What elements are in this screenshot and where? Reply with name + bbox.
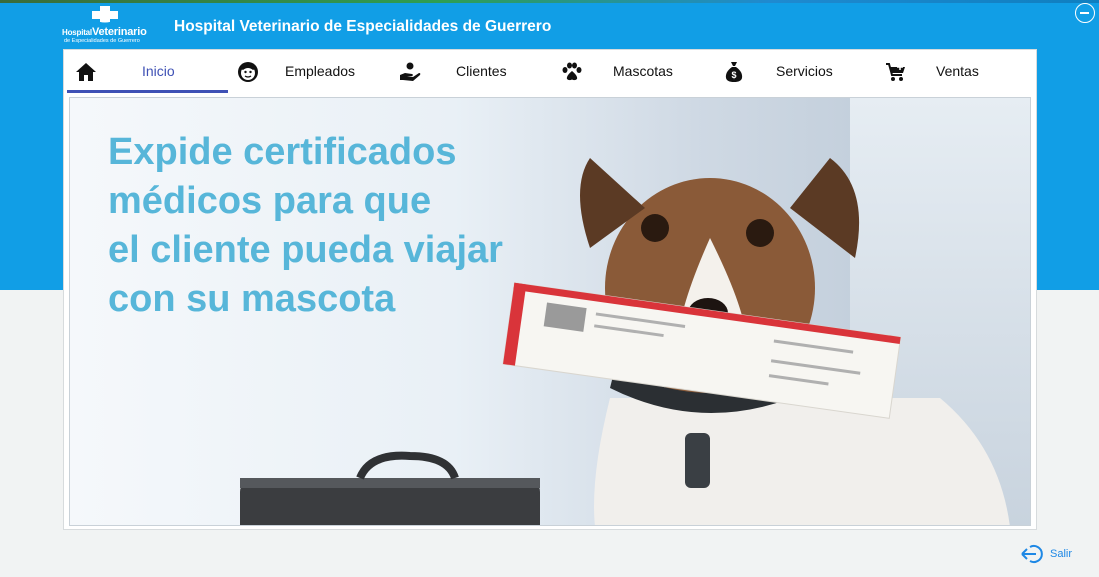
home-icon xyxy=(75,61,97,83)
hero-line: el cliente pueda viajar xyxy=(108,229,503,271)
tab-empleados-label: Empleados xyxy=(285,63,356,79)
exit-label: Salir xyxy=(1050,548,1073,560)
medical-cross-icon xyxy=(92,6,118,25)
employee-face-icon xyxy=(237,61,259,83)
tab-inicio-label: Inicio xyxy=(142,63,175,79)
tab-inicio[interactable]: Inicio xyxy=(64,50,228,94)
tab-ventas-label: Ventas xyxy=(936,63,979,79)
logout-icon xyxy=(1021,545,1043,563)
hero-headline: Expide certificados médicos para que el … xyxy=(108,128,578,324)
tab-clientes-label: Clientes xyxy=(456,63,507,79)
nav-bar: Inicio Empleados Clientes Mascotas $ Ser… xyxy=(64,50,1036,94)
tab-mascotas[interactable]: Mascotas xyxy=(550,50,712,94)
minimize-icon[interactable] xyxy=(1075,3,1095,23)
app-title: Hospital Veterinario de Especialidades d… xyxy=(174,18,552,35)
shopping-cart-icon xyxy=(885,61,907,83)
paw-icon xyxy=(561,61,583,83)
tab-servicios[interactable]: $ Servicios xyxy=(712,50,874,94)
hero-line: con su mascota xyxy=(108,278,396,320)
tab-servicios-label: Servicios xyxy=(776,63,833,79)
hero-line: médicos para que xyxy=(108,180,432,222)
tab-empleados[interactable]: Empleados xyxy=(226,50,388,94)
money-bag-icon: $ xyxy=(723,61,745,83)
tab-ventas[interactable]: Ventas xyxy=(874,50,1036,94)
hand-giving-icon xyxy=(399,61,421,83)
tab-clientes[interactable]: Clientes xyxy=(388,50,550,94)
main-panel: Inicio Empleados Clientes Mascotas $ Ser… xyxy=(63,49,1037,530)
logo-text-line1: HospitalVeterinario xyxy=(62,26,147,38)
exit-button[interactable]: Salir xyxy=(1021,543,1072,565)
hero-banner: Expide certificados médicos para que el … xyxy=(69,97,1031,526)
hospital-logo: HospitalVeterinario de Especialidades de… xyxy=(62,6,152,46)
logo-text-line2: de Especialidades de Guerrero xyxy=(64,38,140,44)
tab-mascotas-label: Mascotas xyxy=(613,63,673,79)
hero-line: Expide certificados xyxy=(108,131,457,173)
svg-text:$: $ xyxy=(731,70,736,80)
